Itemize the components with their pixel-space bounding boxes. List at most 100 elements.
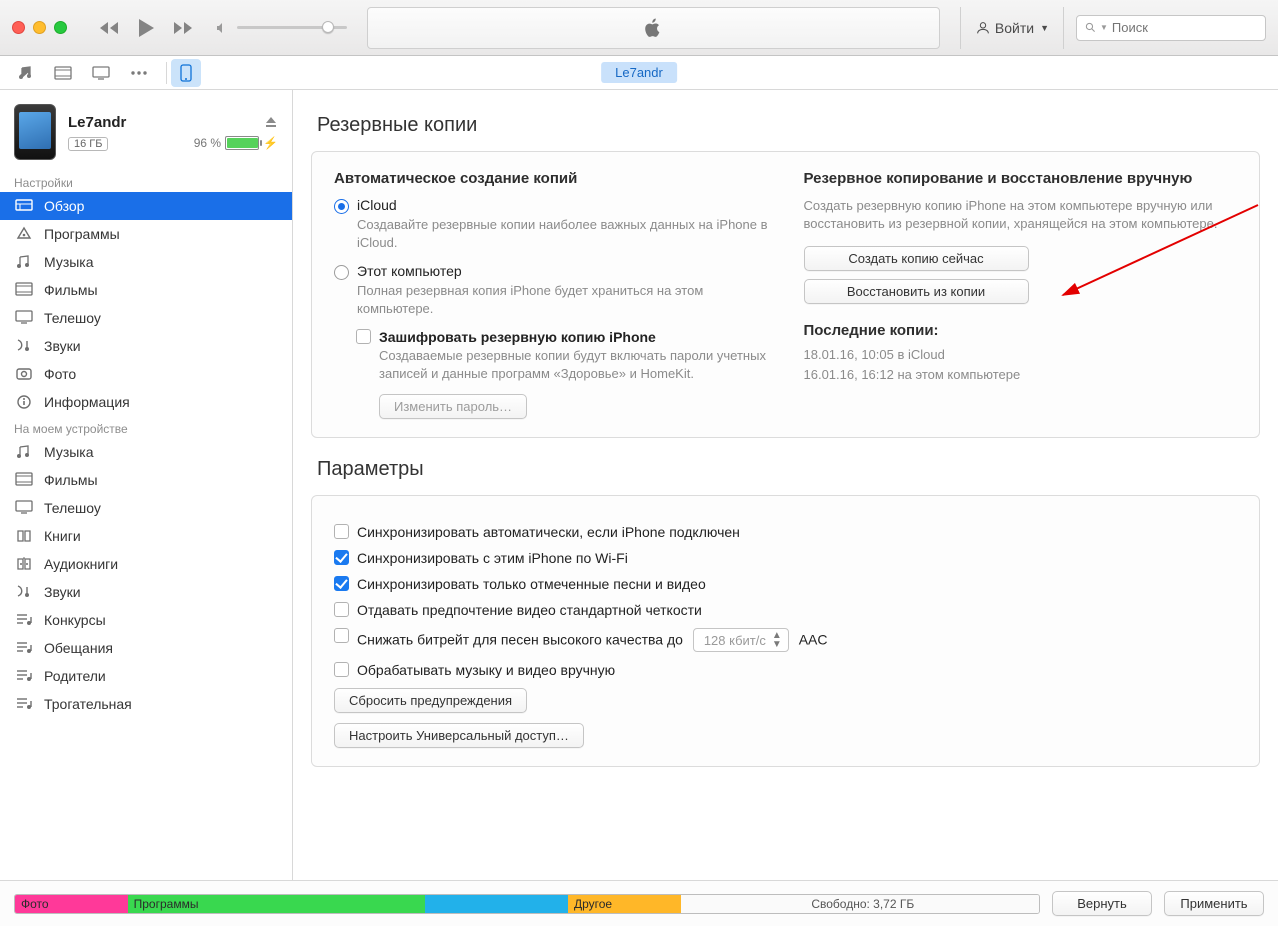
minimize-window-button[interactable]: [33, 21, 46, 34]
more-tab-icon[interactable]: [124, 59, 154, 87]
sidebar-item-movies-3[interactable]: Фильмы: [0, 276, 292, 304]
volume-control[interactable]: [215, 21, 347, 35]
tv-icon: [14, 309, 34, 327]
sidebar-item-audiobooks-4[interactable]: Аудиокниги: [0, 550, 292, 578]
eject-icon[interactable]: [264, 114, 278, 128]
sidebar-item-info-7[interactable]: Информация: [0, 388, 292, 416]
encrypt-check-row[interactable]: Зашифровать резервную копию iPhone: [356, 329, 768, 345]
revert-button[interactable]: Вернуть: [1052, 891, 1152, 916]
opt-wifi-row[interactable]: Синхронизировать с этим iPhone по Wi-Fi: [334, 550, 1237, 566]
sidebar-item-tv-4[interactable]: Телешоу: [0, 304, 292, 332]
movies-tab-icon[interactable]: [48, 59, 78, 87]
sidebar-item-tones-5[interactable]: Звуки: [0, 332, 292, 360]
opt-bitrate-checkbox[interactable]: [334, 628, 349, 643]
bitrate-select[interactable]: 128 кбит/с▲▼: [693, 628, 789, 652]
thispc-desc: Полная резервная копия iPhone будет хран…: [357, 282, 768, 317]
opt-sd-checkbox[interactable]: [334, 602, 349, 617]
thispc-label: Этот компьютер: [357, 263, 462, 279]
sidebar-item-label: Конкурсы: [44, 612, 106, 628]
opt-wifi-checkbox[interactable]: [334, 550, 349, 565]
search-input[interactable]: [1112, 20, 1257, 35]
change-password-button[interactable]: Изменить пароль…: [379, 394, 527, 419]
sidebar-item-label: Родители: [44, 668, 106, 684]
person-icon: [975, 20, 991, 36]
playlist-icon: [14, 639, 34, 657]
volume-slider[interactable]: [237, 26, 347, 29]
icloud-radio-row[interactable]: iCloud: [334, 197, 768, 214]
content-pane: Резервные копии Автоматическое создание …: [293, 90, 1278, 880]
apps-icon: [14, 225, 34, 243]
sidebar-item-label: Аудиокниги: [44, 556, 118, 572]
audiobooks-icon: [14, 555, 34, 573]
movies-icon: [14, 471, 34, 489]
info-icon: [14, 393, 34, 411]
maximize-window-button[interactable]: [54, 21, 67, 34]
sidebar-item-movies-1[interactable]: Фильмы: [0, 466, 292, 494]
sidebar-item-tones-5[interactable]: Звуки: [0, 578, 292, 606]
last-backup-line-2: 16.01.16, 16:12 на этом компьютере: [804, 365, 1238, 385]
opt-manual-checkbox[interactable]: [334, 662, 349, 677]
sidebar-item-overview-0[interactable]: Обзор: [0, 192, 292, 220]
sidebar-item-photos-6[interactable]: Фото: [0, 360, 292, 388]
radio-icloud[interactable]: [334, 199, 349, 214]
window-titlebar: Войти ▼ ▼: [0, 0, 1278, 56]
sidebar: Le7andr 16 ГБ 96 % ⚡ Настройки ОбзорПрог…: [0, 90, 293, 880]
sidebar-item-music-2[interactable]: Музыка: [0, 248, 292, 276]
bitrate-codec: AAC: [799, 632, 828, 648]
sidebar-item-books-3[interactable]: Книги: [0, 522, 292, 550]
reset-warnings-button[interactable]: Сбросить предупреждения: [334, 688, 527, 713]
sidebar-item-music-0[interactable]: Музыка: [0, 438, 292, 466]
sidebar-item-label: Музыка: [44, 254, 94, 270]
storage-segment: Программы: [128, 895, 425, 913]
play-button[interactable]: [131, 16, 161, 40]
sidebar-item-label: Трогательная: [44, 696, 132, 712]
close-window-button[interactable]: [12, 21, 25, 34]
manual-backup-desc: Создать резервную копию iPhone на этом к…: [804, 197, 1238, 232]
sidebar-item-label: Фото: [44, 366, 76, 382]
backup-now-button[interactable]: Создать копию сейчас: [804, 246, 1029, 271]
device-name-chip[interactable]: Le7andr: [601, 62, 677, 83]
tv-icon: [14, 499, 34, 517]
sidebar-item-playlist-8[interactable]: Родители: [0, 662, 292, 690]
sidebar-item-playlist-9[interactable]: Трогательная: [0, 690, 292, 718]
tones-icon: [14, 337, 34, 355]
sidebar-section-ondevice: На моем устройстве: [0, 416, 292, 438]
restore-backup-button[interactable]: Восстановить из копии: [804, 279, 1029, 304]
stepper-icon: ▲▼: [772, 631, 782, 649]
apply-button[interactable]: Применить: [1164, 891, 1264, 916]
sidebar-item-playlist-6[interactable]: Конкурсы: [0, 606, 292, 634]
opt-sd-row[interactable]: Отдавать предпочтение видео стандартной …: [334, 602, 1237, 618]
next-track-button[interactable]: [167, 16, 197, 40]
overview-icon: [14, 197, 34, 215]
device-header: Le7andr 16 ГБ 96 % ⚡: [0, 90, 292, 170]
opt-autosync-checkbox[interactable]: [334, 524, 349, 539]
opt-checked-only-row[interactable]: Синхронизировать только отмеченные песни…: [334, 576, 1237, 592]
account-menu[interactable]: Войти ▼: [960, 7, 1064, 49]
opt-bitrate-row[interactable]: Снижать битрейт для песен высокого качес…: [334, 628, 1237, 652]
music-tab-icon[interactable]: [10, 59, 40, 87]
prev-track-button[interactable]: [95, 16, 125, 40]
opt-manual-row[interactable]: Обрабатывать музыку и видео вручную: [334, 662, 1237, 678]
opt-autosync-row[interactable]: Синхронизировать автоматически, если iPh…: [334, 524, 1237, 540]
books-icon: [14, 527, 34, 545]
window-controls: [12, 21, 67, 34]
opt-checked-only-label: Синхронизировать только отмеченные песни…: [357, 576, 706, 592]
now-playing-display: [367, 7, 940, 49]
params-heading: Параметры: [317, 458, 1260, 481]
radio-thispc[interactable]: [334, 265, 349, 280]
sidebar-item-tv-2[interactable]: Телешоу: [0, 494, 292, 522]
device-tab-icon[interactable]: [171, 59, 201, 87]
search-field[interactable]: ▼: [1076, 15, 1266, 41]
sidebar-item-playlist-7[interactable]: Обещания: [0, 634, 292, 662]
tv-tab-icon[interactable]: [86, 59, 116, 87]
chevron-down-icon: ▼: [1100, 23, 1108, 32]
opt-bitrate-label: Снижать битрейт для песен высокого качес…: [357, 628, 827, 652]
sidebar-item-apps-1[interactable]: Программы: [0, 220, 292, 248]
storage-segment: [425, 895, 568, 913]
accessibility-button[interactable]: Настроить Универсальный доступ…: [334, 723, 584, 748]
tones-icon: [14, 583, 34, 601]
thispc-radio-row[interactable]: Этот компьютер: [334, 263, 768, 280]
main-area: Le7andr 16 ГБ 96 % ⚡ Настройки ОбзорПрог…: [0, 90, 1278, 880]
encrypt-checkbox[interactable]: [356, 329, 371, 344]
opt-checked-only-checkbox[interactable]: [334, 576, 349, 591]
